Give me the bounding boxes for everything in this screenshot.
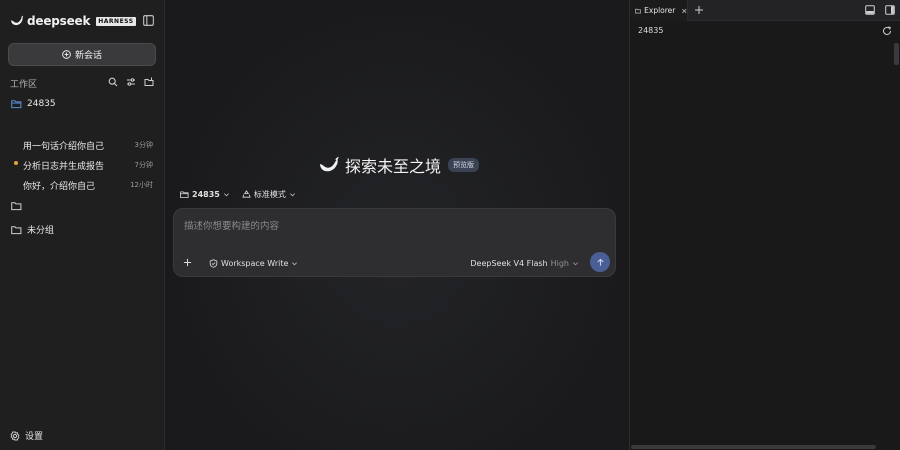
recycle-icon [242, 190, 251, 198]
explorer-panel: Explorer 24835 [629, 0, 900, 450]
new-chat-label: 新会话 [74, 51, 102, 61]
horizontal-scrollbar[interactable] [631, 445, 876, 449]
chat-title: 用一句话介绍你自己 [23, 141, 105, 152]
folder-selector-label: 24835 [192, 190, 220, 199]
attach-button[interactable] [180, 255, 195, 270]
prompt-input[interactable]: 描述你想要构建的内容 [184, 218, 279, 232]
whale-logo-icon [320, 156, 339, 172]
settings-button[interactable]: 设置 [10, 429, 43, 442]
bottom-panel-toggle-icon[interactable] [865, 5, 875, 15]
context-row: 24835 标准模式 [180, 189, 296, 200]
tab-explorer[interactable]: Explorer [630, 0, 688, 21]
folder-icon [11, 202, 22, 211]
folder-open-icon [180, 191, 189, 198]
main-area: 探索未至之境 预览版 24835 标准模式 描述你想要构建的内容 Workspa… [165, 0, 629, 450]
chevron-down-icon [289, 193, 295, 197]
chat-item[interactable]: 你好，介绍你自己 12小时 [23, 179, 153, 192]
shield-icon [209, 259, 218, 268]
sidebar: deepseek HARNESS 新会话 工作区 24835 用一句话介绍你自己… [0, 0, 165, 450]
gear-icon [10, 430, 20, 441]
add-tab-icon[interactable] [694, 5, 704, 15]
brand-logo[interactable]: deepseek HARNESS [10, 14, 136, 28]
chat-item[interactable]: 用一句话介绍你自己 3分钟 [23, 139, 153, 152]
model-level: High [550, 259, 569, 268]
arrow-up-icon [596, 258, 604, 266]
hero: 探索未至之境 预览版 [318, 153, 480, 177]
preview-badge: 预览版 [448, 158, 480, 172]
new-folder-icon[interactable] [144, 77, 154, 87]
chat-time: 7分钟 [134, 161, 153, 169]
composer[interactable]: 描述你想要构建的内容 Workspace Write DeepSeek V4 F… [173, 208, 616, 277]
folder-selector[interactable]: 24835 [180, 190, 230, 199]
brand-name: deepseek [27, 14, 91, 28]
sidebar-toggle-icon[interactable] [143, 15, 154, 26]
panel-tabbar: Explorer [630, 0, 900, 21]
vertical-scrollbar[interactable] [894, 43, 899, 65]
model-name: DeepSeek V4 Flash [470, 259, 548, 268]
chat-time: 12小时 [130, 181, 153, 189]
plus-circle-icon [62, 50, 71, 59]
chat-title: 分析日志并生成报告 [23, 161, 105, 172]
tab-explorer-label: Explorer [644, 6, 676, 15]
folder-icon [635, 8, 641, 13]
ungrouped-label: 未分组 [27, 226, 55, 236]
whale-logo-icon [11, 15, 24, 26]
permission-label: Workspace Write [221, 259, 289, 268]
workspace-header: 工作区 [10, 77, 156, 90]
search-icon[interactable] [108, 77, 118, 87]
folder-open-icon [11, 100, 22, 109]
brand-tag: HARNESS [96, 16, 136, 26]
chevron-down-icon [573, 262, 578, 266]
mode-selector[interactable]: 标准模式 [242, 189, 296, 200]
group-folder[interactable] [11, 201, 27, 211]
model-selector[interactable]: DeepSeek V4 Flash High [470, 259, 579, 268]
panel-tools [865, 5, 895, 15]
folder-icon [11, 225, 22, 234]
close-icon[interactable] [682, 8, 687, 14]
ungrouped-folder[interactable]: 未分组 [11, 223, 54, 236]
chat-time: 3分钟 [134, 141, 153, 149]
filter-sliders-icon[interactable] [126, 77, 136, 87]
chevron-down-icon [223, 193, 229, 197]
chat-title: 你好，介绍你自己 [23, 181, 96, 192]
workspace-folder-name: 24835 [27, 99, 56, 109]
new-chat-button[interactable]: 新会话 [8, 43, 156, 66]
permission-selector[interactable]: Workspace Write [209, 259, 298, 268]
send-button[interactable] [590, 252, 610, 272]
settings-label: 设置 [25, 432, 44, 442]
active-indicator [14, 161, 18, 165]
hero-title: 探索未至之境 [345, 157, 442, 176]
workspace-folder[interactable]: 24835 [11, 99, 56, 109]
explorer-path: 24835 [638, 26, 664, 35]
mode-selector-label: 标准模式 [253, 190, 286, 199]
workspace-tools [108, 77, 154, 87]
plus-icon [183, 258, 192, 267]
refresh-icon[interactable] [882, 26, 892, 36]
chat-item-active[interactable]: 分析日志并生成报告 7分钟 [23, 159, 153, 172]
chevron-down-icon [292, 262, 298, 266]
workspace-label: 工作区 [10, 79, 38, 90]
right-panel-toggle-icon[interactable] [885, 5, 895, 15]
